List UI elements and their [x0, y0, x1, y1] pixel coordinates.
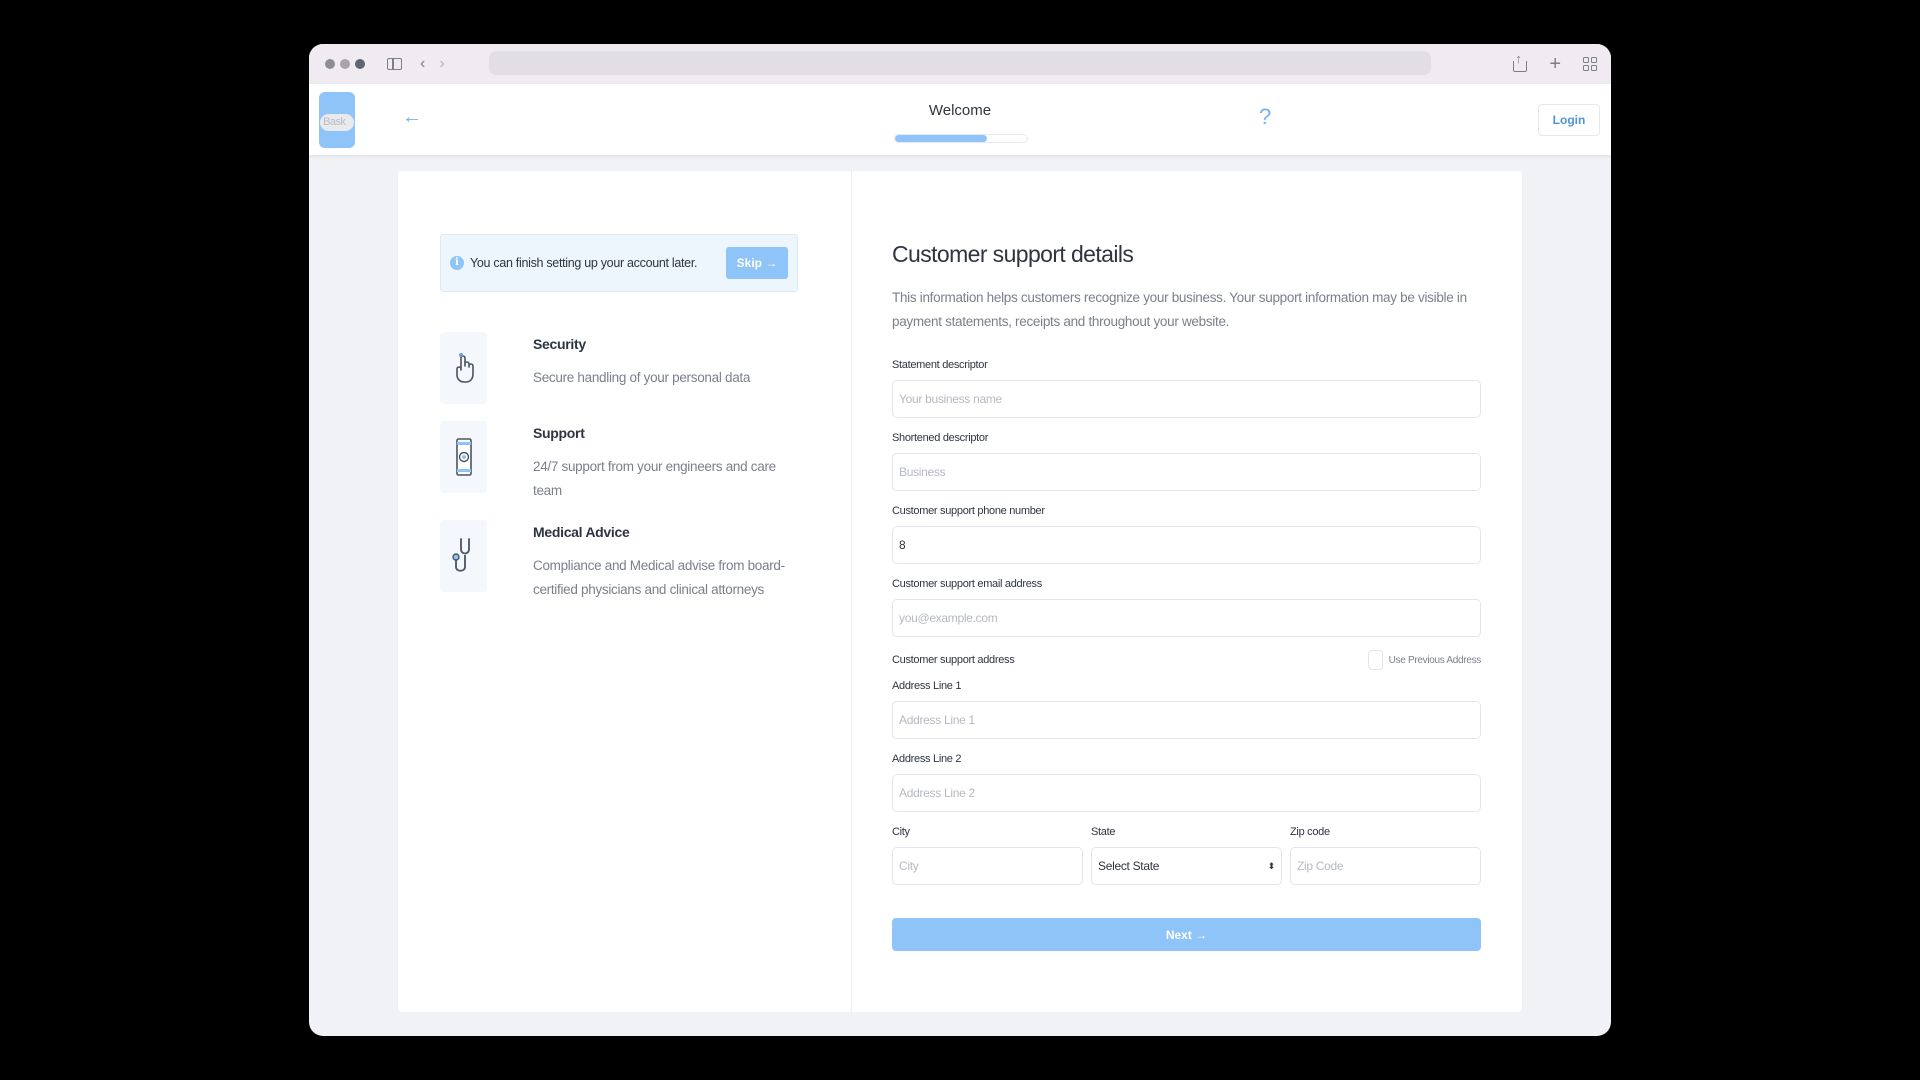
city-label: City	[892, 826, 910, 838]
statement-descriptor-label: Statement descriptor	[892, 359, 988, 371]
next-button[interactable]: Next →	[892, 918, 1481, 951]
logo[interactable]: Bask	[319, 92, 355, 148]
use-previous-address-label: Use Previous Address	[1388, 654, 1482, 666]
zip-input[interactable]	[1290, 847, 1481, 885]
onboarding-progress-bar	[894, 134, 1028, 143]
shortened-descriptor-label: Shortened descriptor	[892, 432, 989, 444]
info-panel: i You can finish setting up your account…	[398, 171, 852, 1012]
feature-description: Compliance and Medical advise from board…	[533, 558, 785, 597]
address-line-2-group: Address Line 2	[892, 753, 1481, 812]
progress-fill	[895, 135, 988, 142]
feature-description: Secure handling of your personal data	[533, 370, 751, 385]
address-line-1-label: Address Line 1	[892, 680, 962, 692]
statement-descriptor-input[interactable]	[892, 380, 1481, 418]
shortened-descriptor-group: Shortened descriptor	[892, 432, 1481, 491]
customer-support-form: Customer support details This informatio…	[852, 171, 1522, 1012]
select-arrows-icon: ⬍	[1267, 860, 1276, 871]
tab-overview-icon[interactable]	[1583, 57, 1597, 71]
feature-body: Medical Advice Compliance and Medical ad…	[533, 520, 798, 602]
notice-text: You can finish setting up your account l…	[470, 256, 698, 270]
address-line-2-input[interactable]	[892, 774, 1481, 812]
email-label: Customer support email address	[892, 578, 1042, 590]
form-title: Customer support details	[892, 241, 1134, 267]
email-group: Customer support email address	[892, 578, 1481, 637]
feature-body: Support 24/7 support from your engineers…	[533, 421, 798, 503]
feature-title: Support	[533, 425, 585, 441]
window-controls	[325, 59, 365, 69]
setup-later-notice: i You can finish setting up your account…	[440, 234, 798, 292]
info-icon: i	[450, 256, 464, 270]
state-group: State Select State ⬍	[1091, 826, 1282, 885]
address-section-label: Customer support address	[892, 654, 1015, 666]
forward-chevron-icon[interactable]: ›	[439, 56, 444, 72]
address-line-2-label: Address Line 2	[892, 753, 962, 765]
finger-touch-icon	[440, 332, 487, 404]
minimize-window-button[interactable]	[340, 59, 350, 69]
browser-toolbar: ‹ › +	[309, 44, 1611, 84]
share-icon[interactable]	[1513, 51, 1528, 72]
phone-input[interactable]	[892, 526, 1481, 564]
phone-label: Customer support phone number	[892, 505, 1045, 517]
state-select[interactable]: Select State ⬍	[1091, 847, 1282, 885]
address-line-1-group: Address Line 1	[892, 680, 1481, 739]
smartphone-icon	[440, 421, 487, 493]
skip-button[interactable]: Skip →	[726, 247, 788, 279]
city-state-zip-row: City State Select State ⬍ Zip code	[892, 826, 1481, 885]
maximize-window-button[interactable]	[355, 59, 365, 69]
close-window-button[interactable]	[325, 59, 335, 69]
feature-support: Support 24/7 support from your engineers…	[440, 421, 798, 503]
feature-description: 24/7 support from your engineers and car…	[533, 459, 776, 498]
help-icon[interactable]: ?	[1259, 104, 1271, 130]
phone-group: Customer support phone number	[892, 505, 1481, 564]
page-title: Welcome	[928, 102, 992, 119]
onboarding-card: i You can finish setting up your account…	[398, 171, 1522, 1012]
use-previous-address[interactable]: Use Previous Address	[1367, 650, 1482, 670]
feature-medical-advice: Medical Advice Compliance and Medical ad…	[440, 520, 798, 602]
statement-descriptor-group: Statement descriptor	[892, 359, 1481, 418]
address-bar[interactable]	[489, 51, 1431, 75]
browser-window: ‹ › + Bask ← Welcome ? Login i You can f…	[309, 44, 1611, 1036]
back-chevron-icon[interactable]: ‹	[420, 56, 425, 72]
toolbar-right-actions: +	[1513, 44, 1597, 84]
shortened-descriptor-input[interactable]	[892, 453, 1481, 491]
address-section-header: Customer support address Use Previous Ad…	[892, 650, 1481, 670]
form-description: This information helps customers recogni…	[892, 290, 1467, 329]
new-tab-icon[interactable]: +	[1549, 54, 1561, 74]
app-header: Bask ← Welcome ? Login	[309, 84, 1611, 156]
feature-list: Security Secure handling of your persona…	[440, 332, 798, 602]
state-select-value: Select State	[1098, 859, 1160, 873]
city-input[interactable]	[892, 847, 1083, 885]
state-label: State	[1091, 826, 1116, 838]
feature-title: Security	[533, 336, 586, 352]
use-previous-address-checkbox[interactable]	[1367, 650, 1383, 670]
sidebar-toggle-icon[interactable]	[387, 58, 402, 70]
address-line-1-input[interactable]	[892, 701, 1481, 739]
city-group: City	[892, 826, 1083, 885]
feature-security: Security Secure handling of your persona…	[440, 332, 798, 404]
stethoscope-icon	[440, 520, 487, 592]
zip-label: Zip code	[1290, 826, 1330, 838]
feature-body: Security Secure handling of your persona…	[533, 332, 750, 404]
login-button[interactable]: Login	[1538, 104, 1600, 136]
feature-title: Medical Advice	[533, 524, 630, 540]
zip-group: Zip code	[1290, 826, 1481, 885]
email-input[interactable]	[892, 599, 1481, 637]
